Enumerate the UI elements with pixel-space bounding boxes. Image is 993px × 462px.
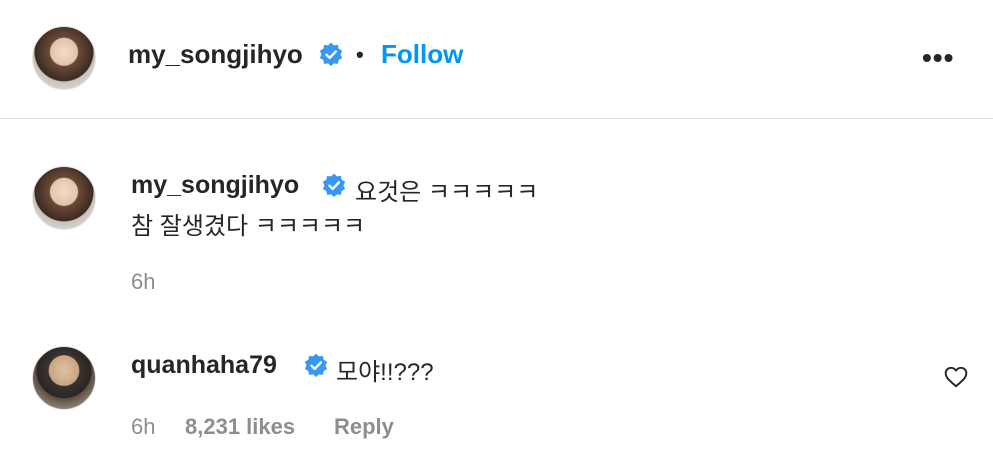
separator-dot: • (356, 42, 364, 67)
comment-text: 모야!!??? (336, 359, 434, 386)
comment-timestamp[interactable]: 6h (131, 269, 155, 295)
reply-button[interactable]: Reply (334, 414, 394, 440)
comment-text: 요것은 ㅋㅋㅋㅋㅋ (355, 179, 539, 206)
heart-icon[interactable] (943, 364, 969, 390)
verified-badge-icon (304, 353, 328, 378)
avatar[interactable] (32, 346, 96, 410)
header-username[interactable]: my_songjihyo (128, 39, 303, 70)
verified-badge-icon (319, 42, 343, 67)
follow-button[interactable]: Follow (381, 39, 463, 70)
comment-username[interactable]: quanhaha79 (131, 351, 277, 380)
divider (0, 118, 993, 119)
post-header: my_songjihyo • Follow ••• (0, 0, 993, 118)
verified-badge-icon (322, 173, 346, 198)
more-options-icon[interactable]: ••• (922, 42, 954, 74)
comment-text-continued: 참 잘생겼다 ㅋㅋㅋㅋㅋ (131, 213, 366, 240)
avatar[interactable] (32, 166, 96, 230)
comment-username[interactable]: my_songjihyo (131, 171, 299, 200)
avatar[interactable] (32, 26, 96, 90)
comment-timestamp[interactable]: 6h (131, 414, 155, 440)
likes-count[interactable]: 8,231 likes (185, 414, 295, 440)
